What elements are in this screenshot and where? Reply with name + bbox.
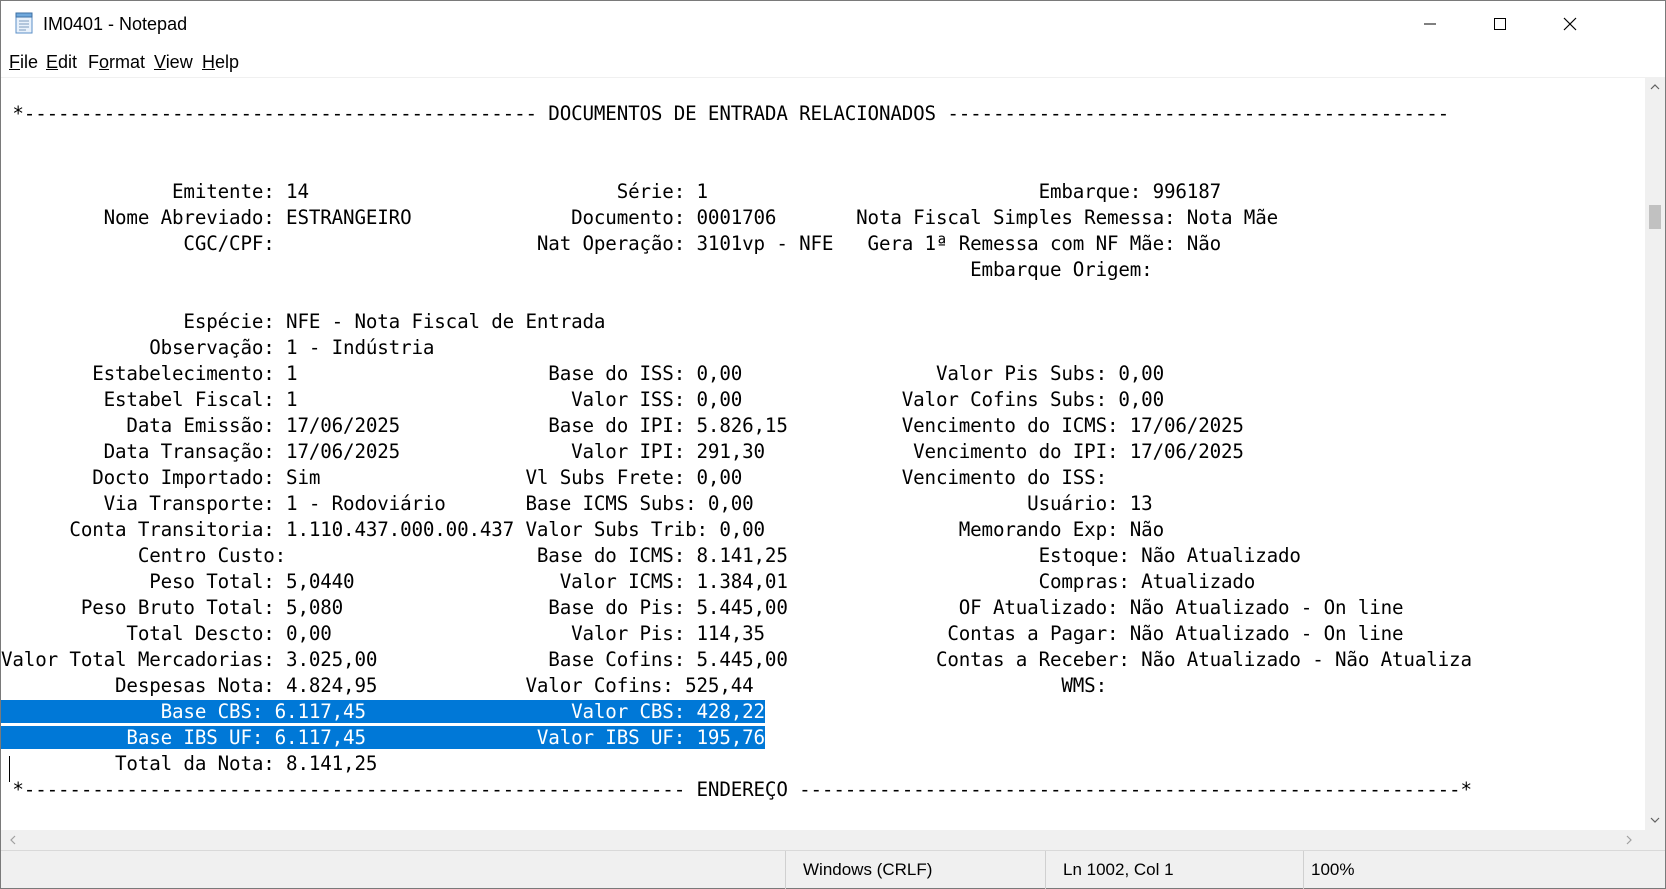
text-line: Peso Total: 5,0440 Valor ICMS: 1.384,01 …	[1, 570, 1256, 593]
text-line: Despesas Nota: 4.824,95 Valor Cofins: 52…	[1, 674, 1107, 697]
text-line: Centro Custo: Base do ICMS: 8.141,25 Est…	[1, 544, 1301, 567]
selected-text-line: Base IBS UF: 6.117,45 Valor IBS UF: 195,…	[1, 725, 1472, 751]
scroll-up-button[interactable]	[1645, 77, 1665, 97]
scroll-left-button[interactable]	[3, 830, 23, 850]
scrollbar-corner	[1645, 830, 1665, 850]
menu-edit[interactable]: Edit	[46, 51, 77, 73]
text-line: *---------------------------------------…	[1, 778, 1472, 801]
status-divider	[1045, 851, 1046, 889]
menu-file[interactable]: File	[9, 51, 38, 73]
notepad-icon	[13, 12, 35, 34]
text-line: Observação: 1 - Indústria	[1, 336, 435, 359]
minimize-icon	[1424, 23, 1436, 25]
menu-bar: File Edit Format View Help	[1, 47, 1665, 77]
menu-format[interactable]: Format	[88, 51, 145, 73]
text-selection: Base IBS UF: 6.117,45 Valor IBS UF: 195,…	[1, 726, 765, 749]
text-line: Embarque Origem:	[1, 258, 1153, 281]
scroll-right-button[interactable]	[1619, 830, 1639, 850]
text-line: Total da Nota: 8.141,25	[1, 752, 378, 775]
status-divider	[1303, 851, 1304, 889]
text-line: Nome Abreviado: ESTRANGEIRO Documento: 0…	[1, 206, 1279, 229]
scroll-down-button[interactable]	[1645, 810, 1665, 830]
notepad-window: IM0401 - Notepad File Edit Format View H…	[0, 0, 1666, 889]
text-line: Total Descto: 0,00 Valor Pis: 114,35 Con…	[1, 622, 1404, 645]
menu-help[interactable]: Help	[202, 51, 239, 73]
minimize-button[interactable]	[1395, 1, 1465, 47]
menu-view[interactable]: View	[154, 51, 193, 73]
chevron-up-icon	[1650, 84, 1660, 90]
chevron-left-icon	[10, 835, 16, 845]
text-line: CGC/CPF: Nat Operação: 3101vp - NFE Gera…	[1, 232, 1221, 255]
chevron-right-icon	[1626, 835, 1632, 845]
title-bar: IM0401 - Notepad	[1, 1, 1665, 47]
text-line	[1, 283, 1472, 309]
text-line: *---------------------------------------…	[1, 102, 1450, 125]
text-line: Espécie: NFE - Nota Fiscal de Entrada	[1, 310, 606, 333]
text-line	[1, 153, 1472, 179]
text-selection: Base CBS: 6.117,45 Valor CBS: 428,22	[1, 700, 765, 723]
text-line: Peso Bruto Total: 5,080 Base do Pis: 5.4…	[1, 596, 1404, 619]
vertical-scroll-thumb[interactable]	[1649, 205, 1661, 229]
status-zoom: 100%	[1311, 860, 1355, 879]
text-line: Emitente: 14 Série: 1 Embarque: 996187	[1, 180, 1221, 203]
status-cursor-position: Ln 1002, Col 1	[1063, 860, 1174, 879]
text-editor[interactable]: *---------------------------------------…	[1, 77, 1645, 831]
text-line: Data Emissão: 17/06/2025 Base do IPI: 5.…	[1, 414, 1244, 437]
close-icon	[1563, 17, 1577, 31]
close-button[interactable]	[1535, 1, 1605, 47]
selected-text-line: Base CBS: 6.117,45 Valor CBS: 428,22	[1, 699, 1472, 725]
text-caret	[9, 756, 10, 782]
text-line: Data Transação: 17/06/2025 Valor IPI: 29…	[1, 440, 1244, 463]
vertical-scrollbar[interactable]	[1645, 77, 1665, 830]
status-line-ending: Windows (CRLF)	[803, 860, 933, 879]
text-line: Via Transporte: 1 - Rodoviário Base ICMS…	[1, 492, 1153, 515]
text-line: Valor Total Mercadorias: 3.025,00 Base C…	[1, 648, 1472, 671]
text-line: Estabelecimento: 1 Base do ISS: 0,00 Val…	[1, 362, 1164, 385]
text-line	[1, 127, 1472, 153]
maximize-button[interactable]	[1465, 1, 1535, 47]
text-line: Estabel Fiscal: 1 Valor ISS: 0,00 Valor …	[1, 388, 1165, 411]
window-title: IM0401 - Notepad	[43, 14, 188, 34]
chevron-down-icon	[1650, 817, 1660, 823]
status-divider	[785, 851, 786, 889]
maximize-icon	[1494, 18, 1506, 30]
text-line: Conta Transitoria: 1.110.437.000.00.437 …	[1, 518, 1164, 541]
horizontal-scrollbar[interactable]	[1, 830, 1645, 850]
status-bar: Windows (CRLF) Ln 1002, Col 1 100%	[1, 850, 1665, 889]
document-text: *---------------------------------------…	[1, 101, 1472, 803]
text-line: Docto Importado: Sim Vl Subs Frete: 0,00…	[1, 466, 1107, 489]
